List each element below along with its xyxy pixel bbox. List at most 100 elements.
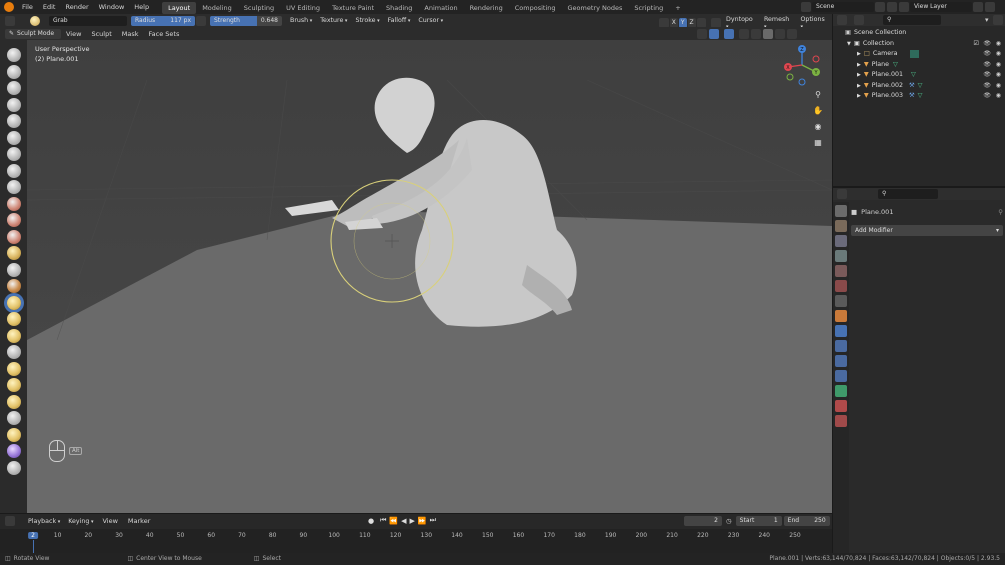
rotate-brush-icon[interactable] [6, 394, 21, 409]
3d-viewport[interactable]: User Perspective (2) Plane.001 Z Y X ⚲ ✋… [27, 40, 832, 513]
collection-checkbox[interactable]: ☑ [973, 39, 979, 50]
output-tab-icon[interactable] [835, 235, 847, 247]
blender-logo-icon[interactable] [4, 2, 14, 12]
render-camera-icon[interactable]: ◉ [996, 70, 1001, 81]
scene-copy-icon[interactable] [875, 2, 885, 12]
prev-keyframe-icon[interactable]: ⏪ [389, 517, 398, 525]
pan-hand-icon[interactable]: ✋ [812, 106, 824, 118]
next-keyframe-icon[interactable]: ⏩ [418, 517, 427, 525]
properties-search-input[interactable]: ⚲ [878, 189, 938, 199]
tab-shading[interactable]: Shading [380, 2, 418, 14]
overlay-toggle-icon[interactable] [724, 28, 734, 39]
dyntopo-checkbox[interactable] [711, 17, 722, 28]
object-name-field[interactable]: Plane.001 [861, 208, 893, 216]
camera-view-icon[interactable]: ◉ [812, 122, 824, 134]
outliner-item-plane[interactable]: ▶ ▼ Plane ▽ 👁 ◉ [833, 60, 1005, 71]
world-tab-icon[interactable] [835, 280, 847, 292]
pin-icon[interactable]: ⚲ [998, 208, 1003, 216]
visibility-eye-icon[interactable]: 👁 [983, 91, 991, 102]
tab-texture-paint[interactable]: Texture Paint [326, 2, 380, 14]
data-tab-icon[interactable] [835, 385, 847, 397]
add-workspace-button[interactable]: + [669, 2, 686, 14]
scene-close-icon[interactable] [887, 2, 897, 12]
menu-mask[interactable]: Mask [117, 27, 144, 41]
menu-help[interactable]: Help [129, 0, 154, 14]
view-object-types-icon[interactable] [697, 28, 707, 39]
editor-type-icon[interactable] [5, 15, 15, 26]
mesh-data-icon[interactable]: ▽ [893, 60, 898, 71]
pinch-brush-icon[interactable] [6, 279, 21, 293]
shading-wireframe-icon[interactable] [751, 28, 761, 39]
texture-tab-icon[interactable] [835, 415, 847, 427]
ortho-grid-icon[interactable]: ▦ [812, 138, 824, 150]
view-layer-tab-icon[interactable] [835, 250, 847, 262]
mesh-data-icon[interactable]: ▽ [918, 91, 923, 102]
render-tab-icon[interactable] [835, 220, 847, 232]
modifier-wrench-icon[interactable]: ⚒ [909, 91, 915, 102]
blob-brush-icon[interactable] [6, 163, 21, 178]
menu-edit[interactable]: Edit [38, 0, 61, 14]
tab-animation[interactable]: Animation [418, 2, 463, 14]
add-modifier-button[interactable]: Add Modifier ▾ [851, 225, 1003, 236]
render-camera-icon[interactable]: ◉ [996, 49, 1001, 60]
filter-icon[interactable]: ▾ [985, 16, 989, 24]
render-camera-icon[interactable]: ◉ [996, 91, 1001, 102]
scrape-brush-icon[interactable] [6, 246, 21, 260]
mesh-data-icon[interactable]: ▽ [911, 70, 916, 81]
record-icon[interactable]: ● [368, 517, 374, 525]
view-layer-close-icon[interactable] [985, 2, 995, 12]
marker-menu[interactable]: Marker [123, 514, 155, 528]
visibility-eye-icon[interactable]: 👁 [983, 49, 991, 60]
fill-brush-icon[interactable] [6, 229, 21, 244]
multiplane-scrape-brush-icon[interactable] [6, 262, 21, 277]
grab-brush-icon[interactable] [6, 295, 21, 310]
expand-arrow-icon[interactable]: ▶ [857, 49, 861, 60]
xray-toggle-icon[interactable] [739, 28, 749, 39]
particles-tab-icon[interactable] [835, 340, 847, 352]
playback-menu[interactable]: Playback [24, 518, 64, 525]
falloff-dropdown[interactable]: Falloff [384, 17, 415, 24]
inflate-brush-icon[interactable] [6, 147, 21, 161]
display-mode-icon[interactable] [854, 15, 864, 25]
modifier-wrench-icon[interactable]: ⚒ [909, 81, 915, 92]
visibility-eye-icon[interactable]: 👁 [983, 70, 991, 81]
crease-brush-icon[interactable] [6, 180, 21, 194]
clay-brush-icon[interactable] [6, 81, 21, 95]
draw-brush-icon[interactable] [6, 48, 21, 62]
visibility-eye-icon[interactable]: 👁 [983, 81, 991, 92]
tab-scripting[interactable]: Scripting [628, 2, 669, 14]
slide-relax-brush-icon[interactable] [6, 411, 21, 425]
outliner-item-plane-001[interactable]: ▶ ▼ Plane.001 ▽ 👁 ◉ [833, 70, 1005, 81]
radius-field[interactable]: Radius 117 px [131, 15, 195, 26]
axis-x-toggle[interactable]: X [669, 17, 678, 28]
tab-uv-editing[interactable]: UV Editing [280, 2, 326, 14]
clay-strips-brush-icon[interactable] [6, 97, 21, 112]
expand-arrow-icon[interactable]: ▶ [857, 91, 861, 102]
jump-start-icon[interactable]: ⏮ [380, 516, 386, 525]
shading-rendered-icon[interactable] [787, 28, 797, 39]
collection-tab-icon[interactable] [835, 295, 847, 307]
smooth-brush-icon[interactable] [6, 196, 21, 211]
physics-tab-icon[interactable] [835, 355, 847, 367]
tab-modeling[interactable]: Modeling [196, 2, 238, 14]
visibility-eye-icon[interactable]: 👁 [983, 60, 991, 71]
render-camera-icon[interactable]: ◉ [996, 60, 1001, 71]
brush-preview-icon[interactable] [30, 15, 40, 26]
constraints-tab-icon[interactable] [835, 370, 847, 382]
frame-ruler[interactable]: 2 10 20 30 40 50 60 70 80 90 100 110 120 130 140 150 160… [0, 529, 832, 553]
collection-render-icon[interactable]: ◉ [996, 39, 1001, 50]
nudge-brush-icon[interactable] [6, 378, 21, 392]
outliner-item-camera[interactable]: ▶ □ Camera 👁 ◉ [833, 49, 1005, 60]
material-tab-icon[interactable] [835, 400, 847, 412]
tab-geometry-nodes[interactable]: Geometry Nodes [562, 2, 629, 14]
snake-hook-brush-icon[interactable] [6, 328, 21, 343]
clock-icon[interactable]: ◷ [726, 517, 732, 525]
menu-render[interactable]: Render [60, 0, 93, 14]
tab-sculpting[interactable]: Sculpting [238, 2, 280, 14]
texture-dropdown[interactable]: Texture [316, 17, 351, 24]
menu-view[interactable]: View [61, 27, 86, 41]
tab-compositing[interactable]: Compositing [509, 2, 562, 14]
scene-icon[interactable] [801, 2, 811, 12]
menu-face-sets[interactable]: Face Sets [144, 27, 185, 41]
tab-rendering[interactable]: Rendering [464, 2, 509, 14]
